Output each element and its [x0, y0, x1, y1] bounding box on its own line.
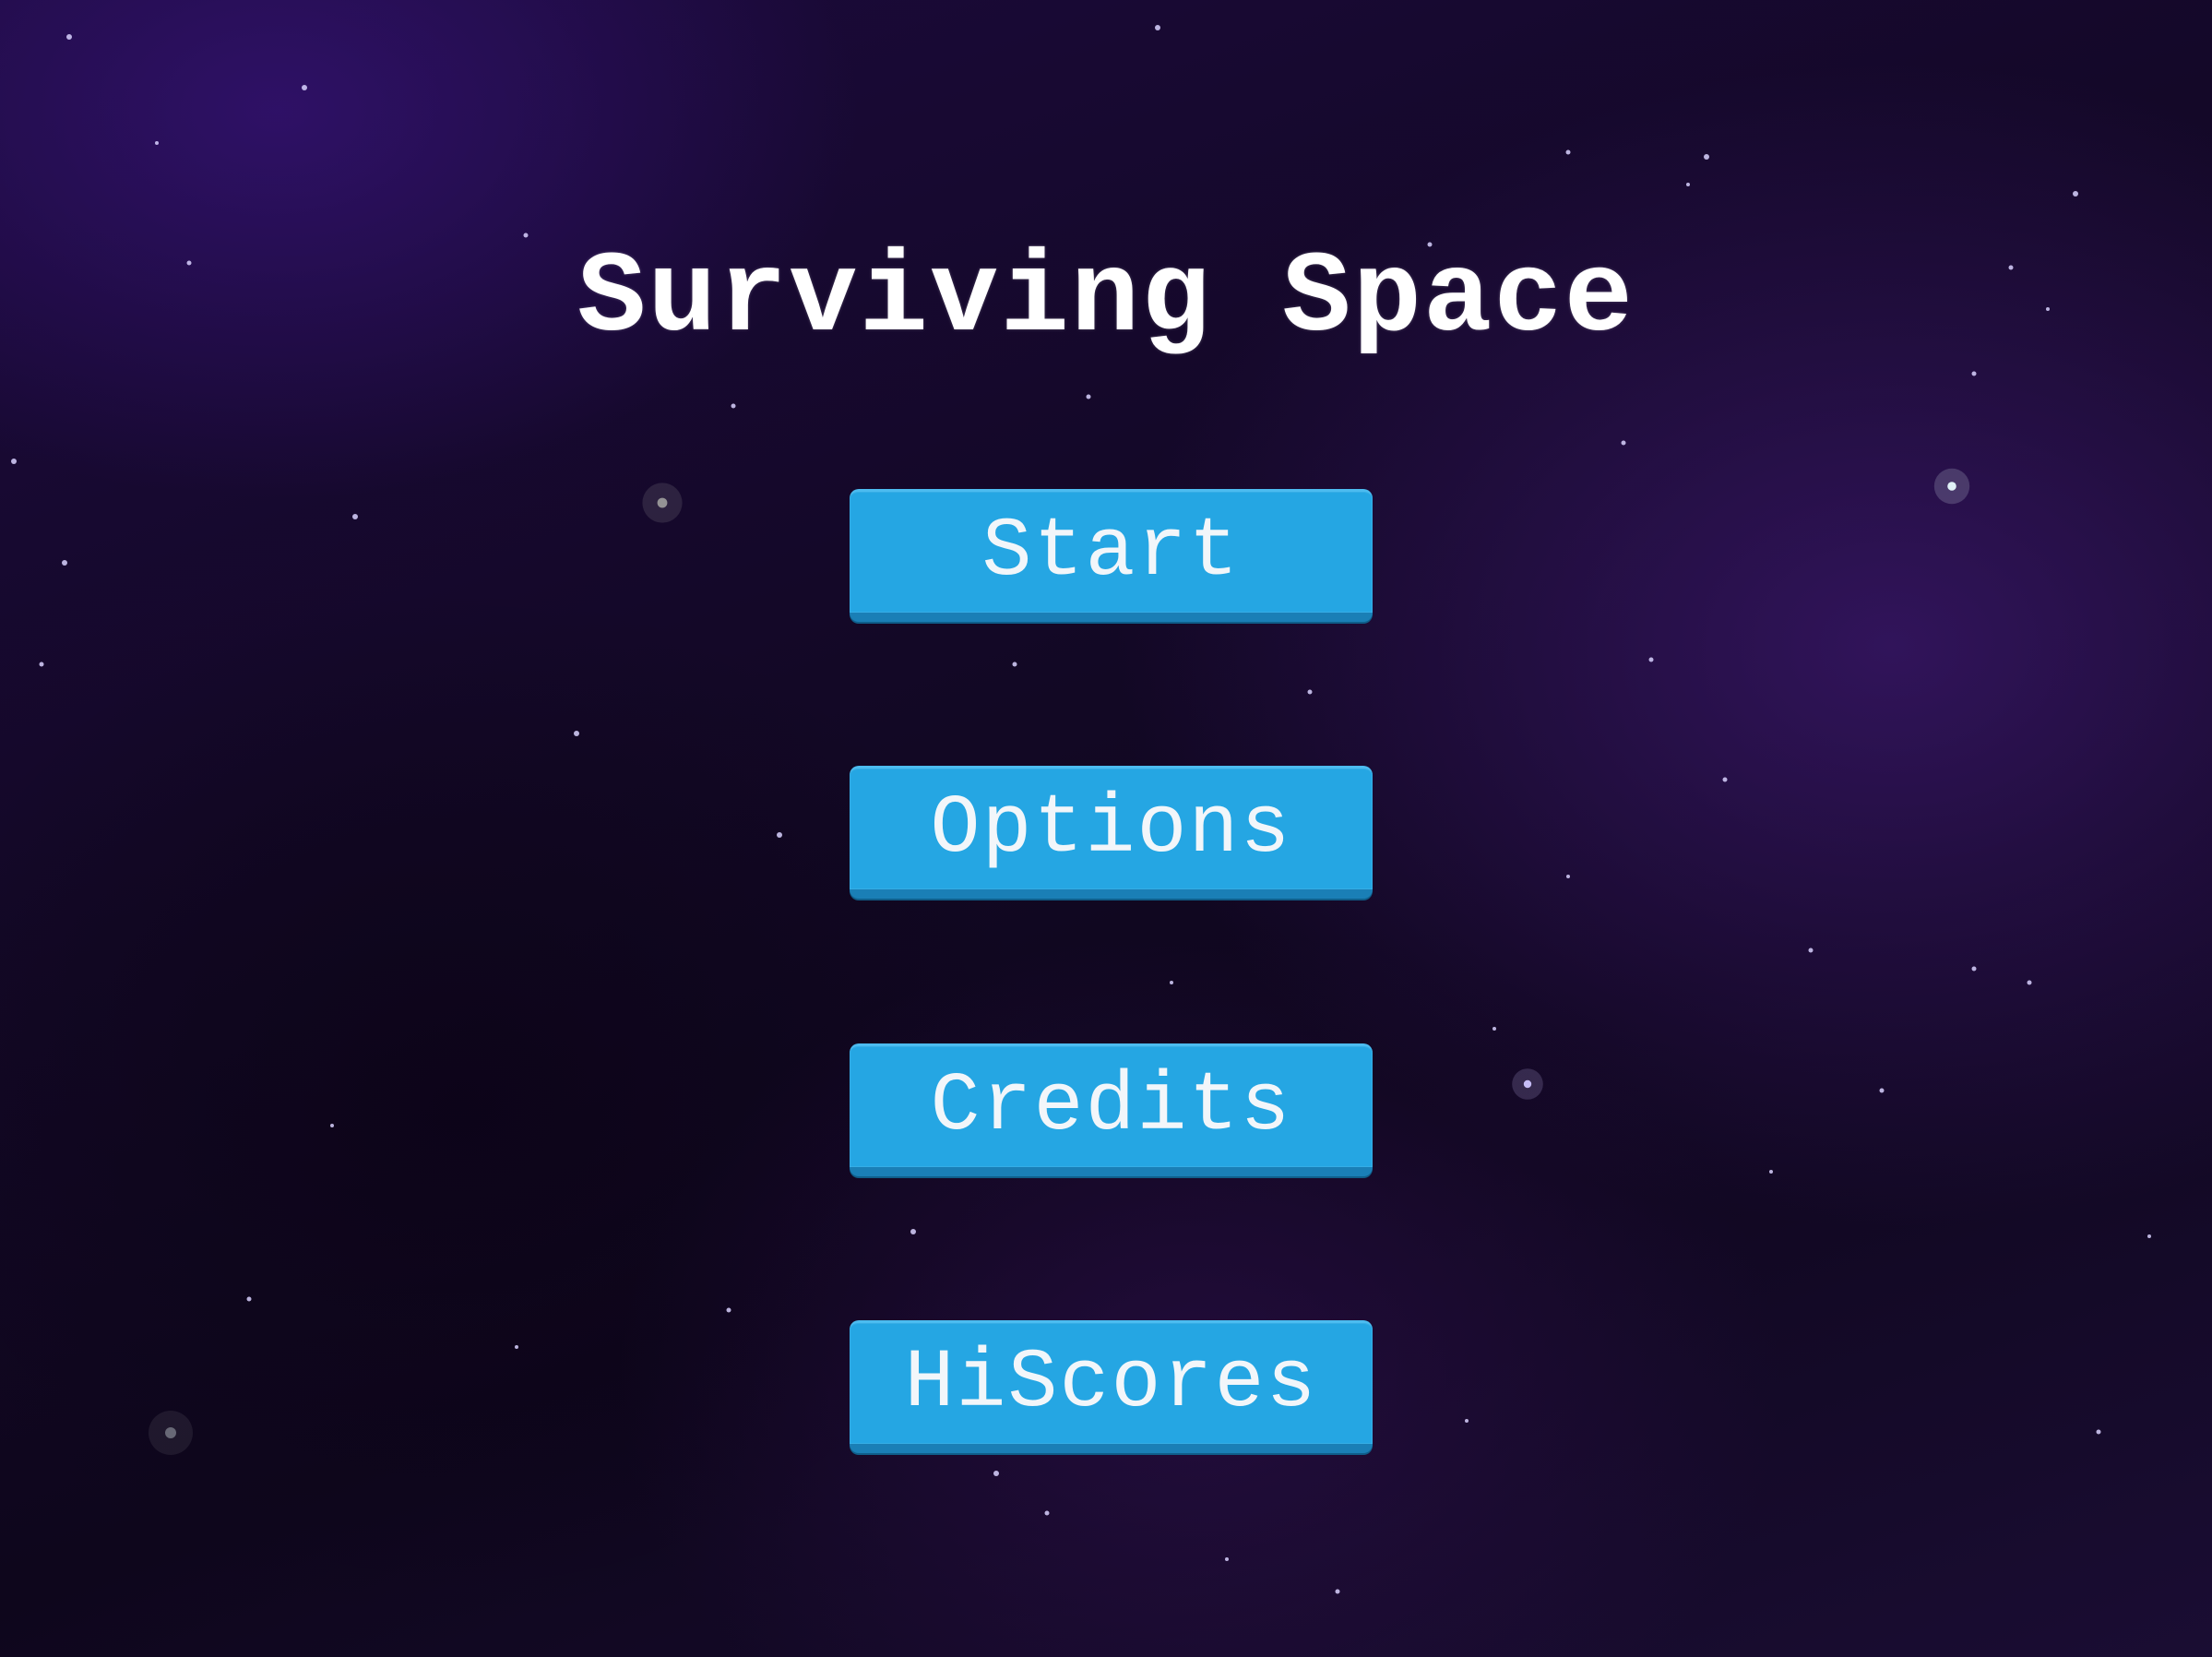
- star: [993, 1471, 999, 1476]
- star: [1012, 662, 1017, 667]
- star: [515, 1345, 518, 1349]
- credits-button[interactable]: Credits: [850, 1043, 1373, 1176]
- start-button[interactable]: Start: [850, 489, 1373, 622]
- star: [2073, 191, 2078, 197]
- star: [330, 1124, 334, 1127]
- star: [1155, 25, 1160, 30]
- hiscores-button[interactable]: HiScores: [850, 1320, 1373, 1453]
- star: [62, 560, 67, 566]
- options-button[interactable]: Options: [850, 766, 1373, 899]
- star: [155, 141, 159, 145]
- star: [1335, 1589, 1340, 1594]
- star: [2027, 980, 2032, 985]
- star: [1722, 777, 1728, 782]
- star: [39, 662, 44, 667]
- star: [2096, 1429, 2101, 1435]
- star: [1769, 1170, 1773, 1174]
- star: [1566, 875, 1570, 878]
- star: [1808, 948, 1814, 953]
- star: [777, 832, 782, 838]
- star: [726, 1307, 731, 1313]
- bright-star: [1523, 1079, 1532, 1089]
- main-menu-screen: Surviving Space Start Options Credits Hi…: [0, 0, 2212, 1657]
- star: [1307, 689, 1313, 695]
- star: [1086, 394, 1091, 399]
- star: [574, 731, 579, 736]
- star: [1465, 1419, 1469, 1423]
- star: [1879, 1088, 1885, 1093]
- star: [731, 403, 736, 409]
- star: [2147, 1234, 2151, 1238]
- star: [1686, 183, 1690, 186]
- star: [910, 1229, 916, 1234]
- star: [1971, 966, 1977, 972]
- star: [1170, 981, 1173, 984]
- star: [66, 34, 72, 40]
- star: [352, 514, 358, 519]
- star: [1225, 1557, 1229, 1561]
- star: [1044, 1510, 1050, 1516]
- bright-star: [657, 497, 668, 508]
- bright-star: [165, 1427, 176, 1438]
- star: [11, 459, 17, 464]
- game-title: Surviving Space: [577, 235, 1635, 364]
- star: [1565, 149, 1571, 155]
- star: [1971, 371, 1977, 376]
- bright-star: [1947, 482, 1956, 491]
- star: [1493, 1027, 1496, 1031]
- star: [1621, 440, 1626, 446]
- star: [1648, 657, 1654, 662]
- star: [302, 85, 307, 90]
- star: [1704, 154, 1709, 160]
- star: [246, 1296, 252, 1302]
